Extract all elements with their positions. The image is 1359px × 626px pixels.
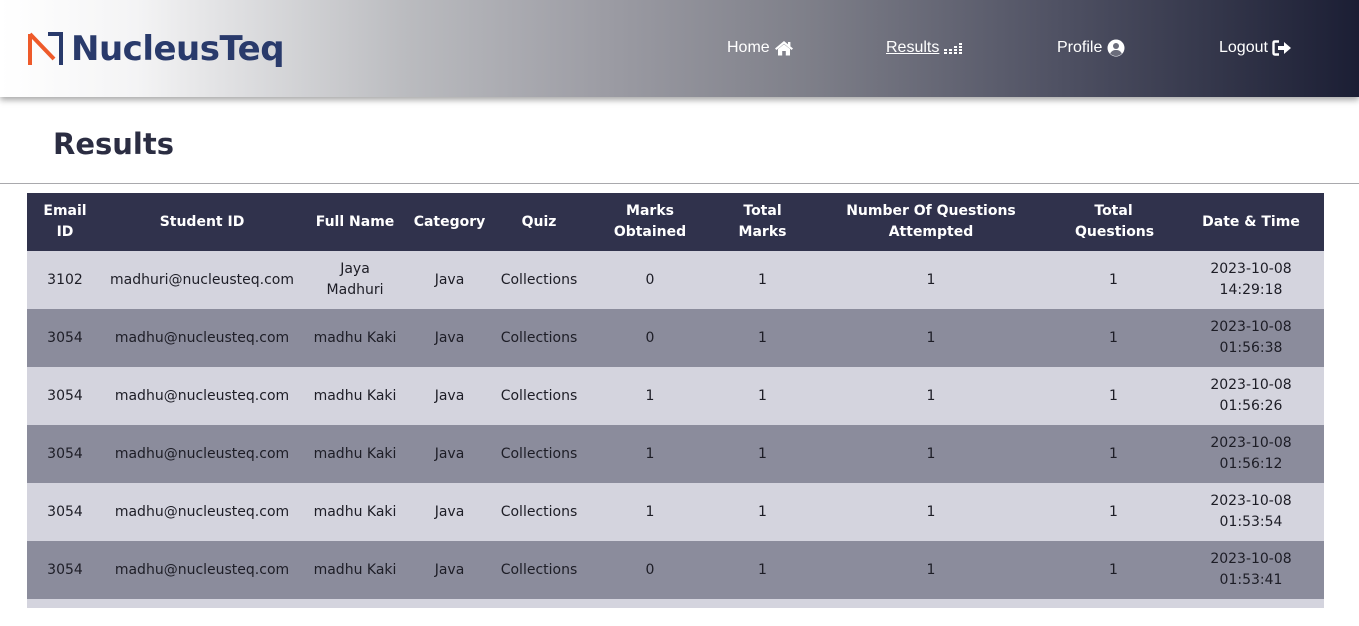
- cell-quiz: Collections: [490, 541, 588, 599]
- cell-full-name: madhu Kaki: [301, 541, 409, 599]
- table-header-row: Email ID Student ID Full Name Category Q…: [27, 193, 1324, 251]
- cell-total-marks: 1: [712, 251, 813, 309]
- cell-total-marks: 1: [712, 541, 813, 599]
- cell-total-questions: 1: [1049, 251, 1178, 309]
- results-table-container[interactable]: Email ID Student ID Full Name Category Q…: [27, 193, 1324, 608]
- cell-email-id: 3054: [27, 541, 103, 599]
- cell-student-id: madhu@nucleusteq.com: [103, 483, 301, 541]
- cell-quiz: Collections: [490, 425, 588, 483]
- cell-full-name: madhu Kaki: [301, 309, 409, 367]
- cell-date-time: 2023-10-08 01:53:41: [1178, 541, 1324, 599]
- divider: [0, 183, 1359, 184]
- table-row: 3054 madhu@nucleusteq.com madhu Kaki Jav…: [27, 309, 1324, 367]
- cell-date-time: 2023-10-08 14:29:18: [1178, 251, 1324, 309]
- cell-student-id: madhu@nucleusteq.com: [103, 309, 301, 367]
- chart-bars-icon: [944, 43, 963, 54]
- cell-marks-obtained: 1: [588, 425, 712, 483]
- user-circle-icon: [1107, 39, 1125, 57]
- cell-student-id: madhu@nucleusteq.com: [103, 425, 301, 483]
- cell-questions-attempted: 1: [813, 483, 1049, 541]
- cell-category: Java: [409, 425, 490, 483]
- cell-email-id: 3102: [27, 251, 103, 309]
- header-full-name: Full Name: [301, 193, 409, 251]
- nav-results-link[interactable]: Results: [886, 36, 963, 60]
- cell-marks-obtained: 0: [588, 309, 712, 367]
- cell-full-name: madhu Kaki: [301, 367, 409, 425]
- cell-marks-obtained: 1: [588, 367, 712, 425]
- nav-home-label: Home: [727, 39, 770, 56]
- cell-category: Java: [409, 483, 490, 541]
- nav-home-link[interactable]: Home: [727, 36, 794, 60]
- header-marks-obtained: Marks Obtained: [588, 193, 712, 251]
- cell-quiz: Collections: [490, 483, 588, 541]
- header-date-time: Date & Time: [1178, 193, 1324, 251]
- cell-quiz: Collections: [490, 251, 588, 309]
- header-quiz: Quiz: [490, 193, 588, 251]
- header-email-id: Email ID: [27, 193, 103, 251]
- brand-name: NucleusTeq: [71, 29, 285, 69]
- table-row: 3054 madhu@nucleusteq.com madhu Kaki Jav…: [27, 483, 1324, 541]
- cell-questions-attempted: 1: [813, 541, 1049, 599]
- cell-questions-attempted: 1: [813, 425, 1049, 483]
- cell-questions-attempted: 1: [813, 309, 1049, 367]
- header-student-id: Student ID: [103, 193, 301, 251]
- cell-date-time: 2023-10-08 01:56:12: [1178, 425, 1324, 483]
- cell-total-marks: 1: [712, 367, 813, 425]
- cell-marks-obtained: 0: [588, 541, 712, 599]
- cell-marks-obtained: 1: [588, 483, 712, 541]
- header-total-marks: Total Marks: [712, 193, 813, 251]
- header-total-questions: Total Questions: [1049, 193, 1178, 251]
- cell-date-time: 2023-10-08 01:53:54: [1178, 483, 1324, 541]
- nucleusteq-logo-icon: [28, 32, 63, 65]
- cell-student-id: madhuri@nucleusteq.com: [103, 251, 301, 309]
- page-title: Results: [53, 127, 174, 161]
- cell-total-questions: 1: [1049, 425, 1178, 483]
- header-questions-attempted: Number Of Questions Attempted: [813, 193, 1049, 251]
- cell-quiz: Collections: [490, 367, 588, 425]
- cell-category: Java: [409, 251, 490, 309]
- nav-logout-label: Logout: [1219, 39, 1268, 56]
- cell-student-id: madhu@nucleusteq.com: [103, 367, 301, 425]
- results-table: Email ID Student ID Full Name Category Q…: [27, 193, 1324, 599]
- cell-quiz: Collections: [490, 309, 588, 367]
- cell-total-questions: 1: [1049, 541, 1178, 599]
- cell-category: Java: [409, 367, 490, 425]
- cell-email-id: 3054: [27, 483, 103, 541]
- cell-total-marks: 1: [712, 483, 813, 541]
- table-row: 3054 madhu@nucleusteq.com madhu Kaki Jav…: [27, 425, 1324, 483]
- cell-full-name: madhu Kaki: [301, 425, 409, 483]
- header-category: Category: [409, 193, 490, 251]
- top-navbar: NucleusTeq Home Results Profile Logout: [0, 0, 1359, 97]
- home-icon: [774, 41, 793, 56]
- cell-full-name: madhu Kaki: [301, 483, 409, 541]
- cell-questions-attempted: 1: [813, 367, 1049, 425]
- cell-total-questions: 1: [1049, 367, 1178, 425]
- cell-email-id: 3054: [27, 309, 103, 367]
- nav-logout-link[interactable]: Logout: [1219, 36, 1292, 60]
- cell-date-time: 2023-10-08 01:56:26: [1178, 367, 1324, 425]
- sign-out-icon: [1272, 40, 1291, 56]
- cell-marks-obtained: 0: [588, 251, 712, 309]
- table-row: 3054 madhu@nucleusteq.com madhu Kaki Jav…: [27, 367, 1324, 425]
- table-row: 3102 madhuri@nucleusteq.com Jaya Madhuri…: [27, 251, 1324, 309]
- cell-category: Java: [409, 309, 490, 367]
- cell-questions-attempted: 1: [813, 251, 1049, 309]
- nav-profile-link[interactable]: Profile: [1057, 36, 1126, 60]
- cell-full-name: Jaya Madhuri: [301, 251, 409, 309]
- nav-profile-label: Profile: [1057, 39, 1103, 56]
- table-row: 3054 madhu@nucleusteq.com madhu Kaki Jav…: [27, 541, 1324, 599]
- cell-category: Java: [409, 541, 490, 599]
- cell-date-time: 2023-10-08 01:56:38: [1178, 309, 1324, 367]
- nav-results-label: Results: [886, 39, 940, 56]
- cell-student-id: madhu@nucleusteq.com: [103, 541, 301, 599]
- brand-logo[interactable]: NucleusTeq: [27, 28, 285, 70]
- cell-total-marks: 1: [712, 425, 813, 483]
- cell-total-questions: 1: [1049, 309, 1178, 367]
- cell-email-id: 3054: [27, 367, 103, 425]
- cell-total-marks: 1: [712, 309, 813, 367]
- cell-total-questions: 1: [1049, 483, 1178, 541]
- cell-email-id: 3054: [27, 425, 103, 483]
